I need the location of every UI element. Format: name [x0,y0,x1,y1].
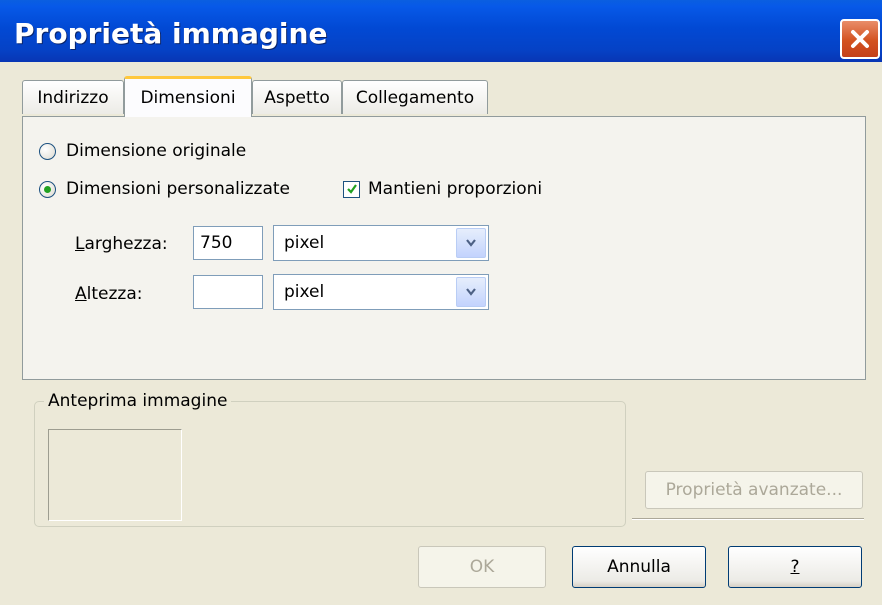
tab-collegamento[interactable]: Collegamento [342,80,488,114]
help-button[interactable]: ? [728,546,862,588]
ok-label: OK [469,557,495,577]
tab-label: Dimensioni [140,88,236,108]
width-input[interactable] [193,226,263,260]
height-unit-value: pixel [284,282,325,302]
tab-label: Indirizzo [37,87,109,108]
width-unit-select[interactable]: pixel [273,225,489,261]
keep-ratio-label: Mantieni proporzioni [368,179,543,199]
width-label: Larghezza: [75,234,168,254]
close-icon [851,30,869,48]
close-button[interactable] [840,19,880,59]
custom-size-option[interactable]: Dimensioni personalizzate [39,179,290,199]
tab-label: Collegamento [355,87,475,108]
tab-indirizzo[interactable]: Indirizzo [22,80,124,114]
cancel-label: Annulla [607,557,671,577]
window-title: Proprietà immagine [14,17,328,50]
dropdown-button[interactable] [456,228,486,258]
height-unit-select[interactable]: pixel [273,274,489,310]
height-label: Altezza: [75,284,143,304]
image-preview-label: Anteprima immagine [44,391,232,411]
chevron-down-icon [466,239,476,247]
advanced-properties-button[interactable]: Proprietà avanzate... [645,471,863,509]
tab-aspetto[interactable]: Aspetto [252,80,342,114]
image-preview-area [48,429,182,521]
image-properties-dialog: Proprietà immagine Indirizzo Dimensioni … [0,0,882,605]
tab-label: Aspetto [264,87,330,108]
dropdown-button[interactable] [456,277,486,307]
radio-selected-dot [44,185,51,193]
width-unit-value: pixel [284,233,325,253]
tab-panel-dimensioni: Dimensione originale Dimensioni personal… [22,116,866,380]
custom-size-label: Dimensioni personalizzate [66,179,291,199]
ok-button[interactable]: OK [418,546,546,588]
title-bar[interactable]: Proprietà immagine [0,0,882,62]
separator [632,518,864,520]
height-input[interactable] [193,275,263,309]
keep-ratio-option[interactable]: Mantieni proporzioni [343,179,542,199]
custom-size-radio[interactable] [39,180,56,198]
advanced-properties-label: Proprietà avanzate... [665,480,843,500]
original-size-radio[interactable] [39,142,56,160]
help-label: ? [790,557,800,577]
chevron-down-icon [466,288,476,296]
original-size-option[interactable]: Dimensione originale [39,141,246,161]
original-size-label: Dimensione originale [66,141,247,161]
keep-ratio-checkbox[interactable] [343,180,360,198]
tab-dimensioni[interactable]: Dimensioni [124,76,252,117]
cancel-button[interactable]: Annulla [572,546,706,588]
checkmark-icon [346,184,357,194]
